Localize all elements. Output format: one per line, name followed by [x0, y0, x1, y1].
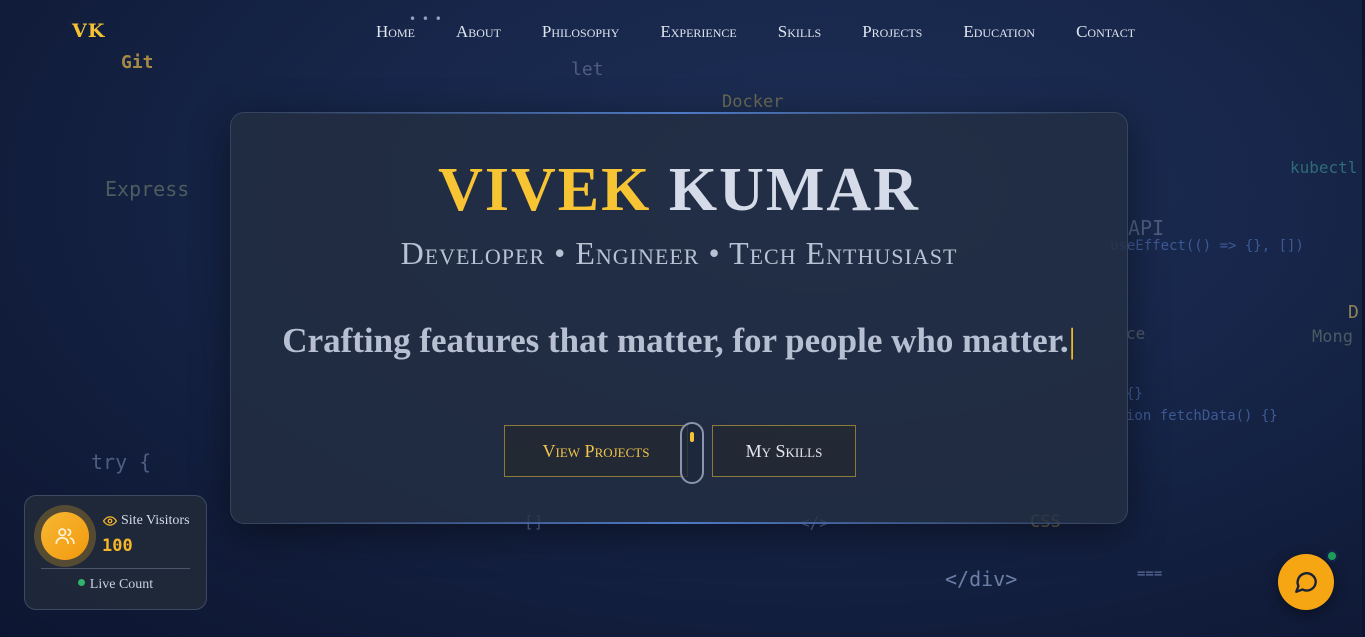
- bg-code-word: kubectl: [1290, 158, 1358, 177]
- nav-link-projects[interactable]: Projects: [862, 22, 922, 42]
- nav-link-education[interactable]: Education: [963, 22, 1035, 42]
- bg-code-word: useEffect(() => {}, []): [1110, 238, 1304, 254]
- bg-code-word: Express: [105, 177, 190, 201]
- bg-code-word: {}: [1126, 386, 1143, 402]
- nav-link-contact[interactable]: Contact: [1076, 22, 1135, 42]
- scroll-indicator[interactable]: [680, 422, 704, 484]
- visitor-counter-widget: Site Visitors 100 Live Count: [24, 495, 207, 610]
- hero-card: VIVEK KUMAR Developer • Engineer • Tech …: [230, 112, 1128, 524]
- hero-last-name: KUMAR: [668, 156, 920, 224]
- nav-link-about[interactable]: About: [456, 22, 501, 42]
- visitor-divider: [41, 568, 190, 569]
- bg-code-word: try {: [91, 450, 152, 474]
- users-icon: [41, 512, 89, 560]
- live-count-label: Live Count: [89, 577, 154, 592]
- bg-code-word: API: [1128, 216, 1165, 240]
- site-visitors-label: Site Visitors: [103, 513, 190, 529]
- nav-link-philosophy[interactable]: Philosophy: [542, 22, 619, 42]
- chat-online-indicator: [1326, 550, 1338, 562]
- hero-tagline: Crafting features that matter, for peopl…: [231, 321, 1127, 361]
- eye-icon: [103, 516, 117, 526]
- visitor-count: 100: [102, 536, 133, 556]
- hero-subtitle: Developer • Engineer • Tech Enthusiast: [400, 235, 958, 271]
- scroll-indicator-dot: [690, 432, 694, 442]
- bg-code-word: D: [1348, 302, 1359, 323]
- nav-link-experience[interactable]: Experience: [660, 22, 736, 42]
- live-count-status: Live Count: [25, 577, 206, 593]
- view-projects-button[interactable]: View Projects: [504, 425, 688, 477]
- nav-link-home[interactable]: Home: [376, 22, 415, 42]
- nav-link-skills[interactable]: Skills: [778, 22, 821, 42]
- bg-code-word: Mong: [1312, 327, 1353, 347]
- bg-code-word: ===: [1137, 566, 1163, 582]
- main-nav: Home About Philosophy Experience Skills …: [376, 22, 1135, 42]
- bg-code-word: Git: [121, 52, 154, 73]
- bg-code-word: ion fetchData() {}: [1126, 408, 1278, 424]
- hero-tagline-text: Crafting features that matter, for peopl…: [282, 321, 1069, 360]
- bg-code-word: </div>: [945, 567, 1018, 591]
- my-skills-button[interactable]: My Skills: [712, 425, 856, 477]
- bg-code-word: ce: [1126, 324, 1146, 343]
- bg-code-word: let: [571, 59, 604, 80]
- typing-caret: |: [1068, 321, 1076, 360]
- site-visitors-text: Site Visitors: [121, 513, 190, 528]
- site-logo[interactable]: VK: [72, 20, 105, 42]
- live-status-dot: [77, 579, 85, 587]
- visitor-avatar-ring: [34, 505, 96, 567]
- bg-code-word: Docker: [722, 92, 784, 112]
- chat-button[interactable]: [1278, 554, 1334, 610]
- hero-first-name: VIVEK: [438, 156, 652, 224]
- hero-name: VIVEK KUMAR: [231, 155, 1127, 226]
- chat-bubble-icon: [1295, 572, 1317, 593]
